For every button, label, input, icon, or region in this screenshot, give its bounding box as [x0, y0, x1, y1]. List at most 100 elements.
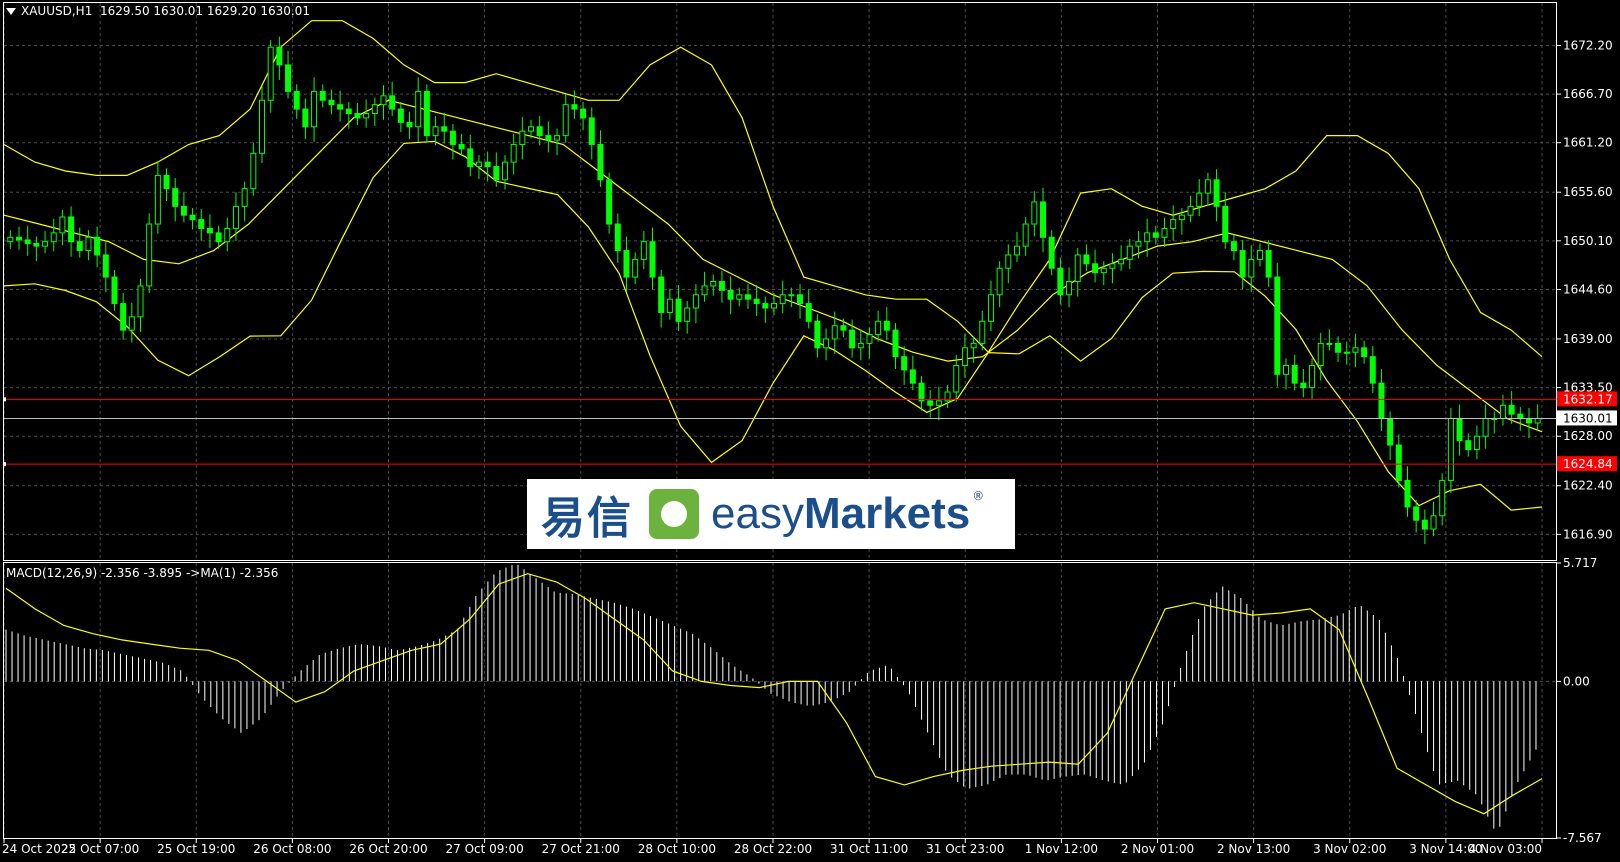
candle: [597, 130, 604, 187]
logo-english-text: easyMarkets: [711, 489, 971, 538]
candle-body: [744, 294, 751, 300]
candle: [267, 40, 274, 113]
high-value: 1630.01: [153, 4, 204, 18]
candle: [510, 133, 517, 175]
candle-body: [979, 320, 986, 344]
candle-body: [1222, 205, 1229, 243]
candle-body: [198, 219, 205, 229]
x-tick-label: 3 Nov 02:00: [1313, 842, 1386, 856]
candle-body: [111, 276, 118, 305]
horizontal-lines[interactable]: 1632.171624.841630.01: [3, 391, 1617, 472]
candle-body: [753, 298, 760, 305]
candle-body: [666, 298, 673, 313]
candle-body: [571, 104, 578, 110]
candle: [1256, 243, 1263, 267]
macd-tick-label: 5.717: [1563, 556, 1597, 570]
macd-tick-label: 0.00: [1563, 674, 1590, 688]
candle: [1083, 244, 1090, 271]
candle-body: [1109, 263, 1116, 269]
candle-body: [935, 400, 942, 406]
x-tick-label: 26 Oct 08:00: [253, 842, 331, 856]
candle-body: [545, 135, 552, 141]
candle: [623, 236, 630, 293]
candle-body: [1361, 347, 1368, 358]
low-value: 1629.20: [206, 4, 257, 18]
candle: [1092, 249, 1099, 283]
candle-body: [16, 236, 23, 241]
candle-body: [42, 241, 49, 247]
candle: [241, 181, 248, 222]
candle: [1274, 262, 1281, 387]
candle-body: [1378, 382, 1385, 420]
x-tick-label: 25 Oct 07:00: [61, 842, 139, 856]
candle: [415, 77, 422, 142]
candle-body: [675, 298, 682, 322]
candle-body: [987, 294, 994, 322]
candle: [7, 230, 14, 249]
candle: [172, 178, 179, 222]
candle: [1031, 191, 1038, 237]
candle-body: [857, 342, 864, 349]
candle-body: [449, 130, 456, 145]
candle-body: [588, 117, 595, 145]
candle-body: [1248, 258, 1255, 278]
candle-body: [927, 400, 934, 406]
candle: [996, 261, 1003, 308]
candle: [501, 155, 508, 190]
candle: [232, 192, 239, 241]
macd-tick-label: -7.567: [1563, 831, 1602, 845]
candle-body: [354, 113, 361, 119]
candle: [59, 209, 66, 246]
candle: [727, 276, 734, 315]
candle: [606, 172, 613, 234]
candle-body: [1283, 364, 1289, 375]
candle-body: [849, 329, 856, 349]
candle: [1022, 216, 1029, 256]
price-panel-frame: [3, 2, 1557, 561]
candle: [1040, 187, 1047, 253]
candle: [1395, 434, 1402, 488]
collapse-triangle-icon[interactable]: [6, 8, 16, 15]
candle: [1048, 230, 1055, 276]
candle-body: [1057, 267, 1064, 296]
candle-body: [328, 99, 335, 106]
candle: [33, 236, 40, 262]
candle-body: [1092, 263, 1099, 274]
candle-body: [840, 325, 847, 331]
candle-body: [493, 166, 500, 181]
candle-body: [883, 320, 890, 331]
x-tick-label: 28 Oct 10:00: [638, 842, 716, 856]
candle-body: [1387, 418, 1394, 446]
candle-body: [50, 232, 57, 243]
candle-body: [128, 316, 135, 331]
candle: [102, 240, 109, 293]
candle-body: [1352, 347, 1359, 353]
candle: [927, 390, 934, 418]
candle-body: [996, 267, 1003, 296]
candle-body: [1404, 479, 1411, 508]
candle-body: [311, 90, 318, 128]
candle: [319, 84, 326, 108]
candle: [85, 230, 92, 261]
candle-body: [432, 126, 439, 137]
y-tick-label: 1661.20: [1563, 136, 1613, 150]
candle: [1005, 244, 1012, 284]
candle: [293, 84, 300, 119]
candle-body: [1239, 250, 1246, 278]
candle-body: [1413, 506, 1420, 521]
candle: [1404, 466, 1411, 517]
candle-body: [1465, 440, 1472, 450]
candle: [875, 310, 882, 342]
candle: [866, 327, 873, 359]
candle: [1013, 231, 1020, 263]
candle: [892, 323, 899, 370]
macd-indicator: [5, 564, 1543, 829]
candle-body: [1152, 232, 1159, 238]
candle: [1248, 245, 1255, 293]
candle-body: [319, 90, 326, 101]
candle: [1447, 407, 1454, 493]
candle-body: [1300, 382, 1307, 389]
panel-frames: [3, 2, 1557, 839]
candle: [632, 252, 639, 285]
candle: [1343, 341, 1350, 365]
